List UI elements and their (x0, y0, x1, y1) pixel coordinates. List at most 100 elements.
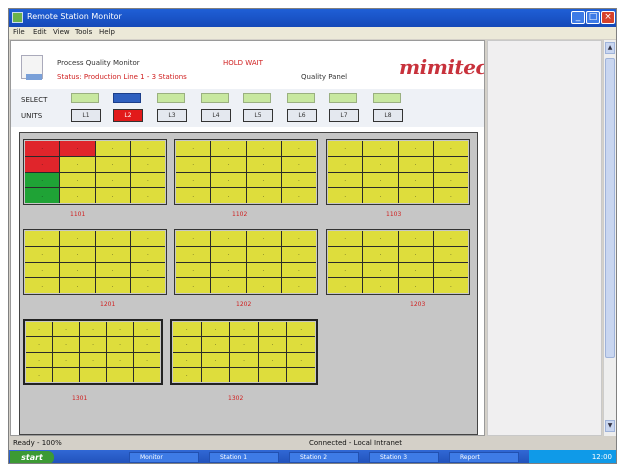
unit-button-8[interactable]: L8 (373, 109, 403, 122)
station-cell[interactable]: . (95, 188, 130, 203)
station-cell[interactable]: . (134, 322, 160, 337)
station-cell[interactable]: . (80, 322, 106, 337)
station-cell[interactable] (107, 367, 133, 382)
station-cell[interactable]: . (134, 352, 160, 367)
station-cell[interactable]: . (211, 188, 246, 203)
station-cell[interactable]: . (433, 262, 468, 278)
station-cell[interactable]: . (60, 262, 95, 278)
station-cell[interactable]: . (130, 278, 165, 293)
close-icon[interactable]: × (601, 11, 615, 24)
station-cell[interactable]: . (25, 262, 60, 278)
station-cell[interactable]: . (328, 231, 363, 246)
station-cell[interactable]: . (60, 278, 95, 293)
select-indicator-6[interactable] (287, 93, 315, 103)
station-cell[interactable]: . (176, 141, 211, 156)
select-indicator-2[interactable] (113, 93, 141, 103)
station-cell[interactable] (287, 367, 315, 382)
station-cell[interactable] (230, 367, 258, 382)
station-cell[interactable]: . (53, 322, 79, 337)
vertical-scrollbar[interactable]: ▲ ▼ (603, 40, 616, 436)
station-cell[interactable]: . (211, 156, 246, 172)
station-cell[interactable]: . (176, 246, 211, 262)
station-cell[interactable]: . (53, 352, 79, 367)
station-cell[interactable]: . (398, 246, 433, 262)
unit-button-7[interactable]: L7 (329, 109, 359, 122)
station-cell[interactable]: . (26, 337, 52, 352)
menu-item-edit[interactable]: Edit (33, 28, 47, 36)
station-cell[interactable]: . (246, 141, 281, 156)
taskbar-item-2[interactable]: Station 1 (209, 452, 279, 463)
start-button[interactable]: start (10, 451, 54, 463)
station-cell[interactable] (53, 367, 79, 382)
station-cell[interactable]: . (173, 367, 201, 382)
station-cell[interactable] (258, 367, 287, 382)
taskbar-item-4[interactable]: Station 3 (369, 452, 439, 463)
station-cell[interactable]: . (130, 231, 165, 246)
station-cell[interactable]: . (176, 188, 211, 203)
station-cell[interactable]: . (176, 156, 211, 172)
station-cell[interactable]: . (328, 156, 363, 172)
station-cell[interactable]: . (281, 262, 316, 278)
station-cell[interactable]: . (95, 278, 130, 293)
station-cell[interactable]: . (201, 322, 230, 337)
station-cell[interactable]: . (258, 352, 287, 367)
station-cell[interactable]: . (328, 278, 363, 293)
station-cell[interactable]: . (281, 141, 316, 156)
station-cell[interactable]: . (173, 352, 201, 367)
station-cell[interactable] (201, 367, 230, 382)
station-cell[interactable]: . (230, 352, 258, 367)
station-cell[interactable]: . (25, 246, 60, 262)
menu-item-tools[interactable]: Tools (75, 28, 92, 36)
station-cell[interactable]: . (398, 262, 433, 278)
station-cell[interactable]: . (60, 156, 95, 172)
station-cell[interactable]: . (246, 246, 281, 262)
station-cell[interactable]: . (363, 141, 398, 156)
station-cell[interactable]: . (287, 322, 315, 337)
station-cell[interactable]: . (328, 246, 363, 262)
station-cell[interactable]: . (246, 156, 281, 172)
station-cell[interactable]: . (25, 156, 60, 172)
station-cell[interactable]: . (433, 246, 468, 262)
station-cell[interactable]: . (211, 172, 246, 188)
station-cell[interactable]: . (281, 188, 316, 203)
station-cell[interactable]: . (433, 172, 468, 188)
station-cell[interactable]: . (398, 278, 433, 293)
station-cell[interactable]: . (246, 231, 281, 246)
station-cell[interactable]: . (281, 231, 316, 246)
station-cell[interactable]: . (433, 141, 468, 156)
station-cell[interactable]: . (80, 352, 106, 367)
station-cell[interactable]: . (398, 141, 433, 156)
unit-button-2[interactable]: L2 (113, 109, 143, 122)
station-cell[interactable]: . (176, 172, 211, 188)
station-cell[interactable]: . (130, 141, 165, 156)
station-cell[interactable]: . (363, 188, 398, 203)
station-cell[interactable]: . (211, 231, 246, 246)
select-indicator-5[interactable] (243, 93, 271, 103)
station-cell[interactable]: . (107, 337, 133, 352)
station-cell[interactable]: . (26, 352, 52, 367)
station-cell[interactable]: . (60, 141, 95, 156)
station-cell[interactable]: . (95, 172, 130, 188)
scroll-down-icon[interactable]: ▼ (605, 420, 615, 432)
station-cell[interactable]: . (60, 231, 95, 246)
station-cell[interactable]: . (246, 172, 281, 188)
station-cell[interactable]: . (258, 337, 287, 352)
unit-button-1[interactable]: L1 (71, 109, 101, 122)
station-cell[interactable]: . (281, 156, 316, 172)
station-cell[interactable]: . (398, 188, 433, 203)
station-cell[interactable]: . (281, 278, 316, 293)
station-cell[interactable]: . (130, 172, 165, 188)
taskbar-item-1[interactable]: Monitor (129, 452, 199, 463)
station-cell[interactable]: . (211, 262, 246, 278)
menu-item-view[interactable]: View (53, 28, 70, 36)
station-cell[interactable]: . (363, 262, 398, 278)
unit-button-4[interactable]: L4 (201, 109, 231, 122)
station-cell[interactable]: . (363, 172, 398, 188)
station-cell[interactable]: . (95, 231, 130, 246)
station-cell[interactable]: . (211, 278, 246, 293)
unit-button-5[interactable]: L5 (243, 109, 273, 122)
station-cell[interactable]: . (201, 352, 230, 367)
menu-item-help[interactable]: Help (99, 28, 115, 36)
station-cell[interactable]: . (130, 246, 165, 262)
station-cell[interactable]: . (176, 231, 211, 246)
